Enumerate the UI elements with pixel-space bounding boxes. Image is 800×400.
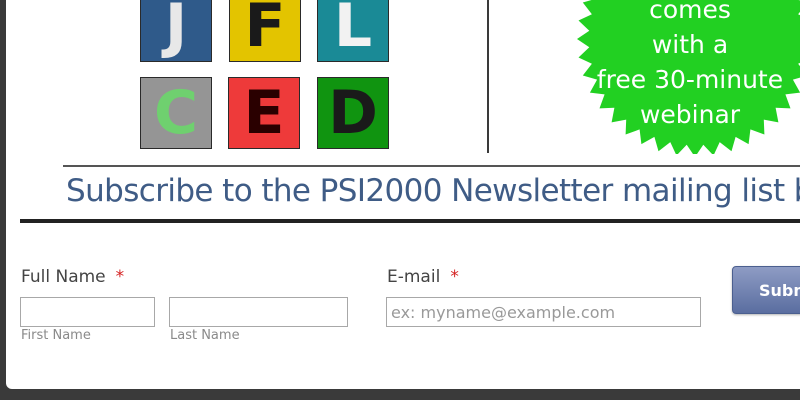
section-divider: [20, 219, 800, 223]
full-name-label-text: Full Name: [21, 267, 106, 287]
logo-tile-f: F: [229, 0, 301, 62]
first-name-input[interactable]: [20, 297, 155, 327]
email-label-text: E-mail: [387, 267, 441, 287]
badge-line-4: webinar: [639, 100, 741, 129]
newsletter-banner-image: J F L C E D comes with a free 30-minute …: [6, 0, 800, 222]
webinar-badge-text: comes with a free 30-minute webinar: [590, 0, 790, 132]
logo-tile-c: C: [140, 77, 212, 149]
banner-divider: [487, 0, 489, 153]
badge-line-2: with a: [651, 30, 729, 59]
badge-line-3: free 30-minute: [596, 65, 784, 94]
required-asterisk: *: [115, 267, 125, 287]
newsletter-subscribe-heading: Subscribe to the PSI2000 Newsletter mail…: [66, 173, 800, 209]
logo-tile-d: D: [317, 77, 389, 149]
logo-tile-e: E: [228, 77, 300, 149]
full-name-label: Full Name *: [21, 267, 124, 287]
required-asterisk: *: [450, 267, 459, 287]
subscribe-modal: J F L C E D comes with a free 30-minute …: [6, 0, 800, 389]
logo-tile-l: L: [317, 0, 389, 62]
banner-rule: [63, 165, 800, 167]
email-input[interactable]: [386, 297, 701, 327]
last-name-input[interactable]: [169, 297, 348, 327]
last-name-sublabel: Last Name: [170, 328, 240, 343]
modal-overlay: J F L C E D comes with a free 30-minute …: [0, 0, 800, 400]
email-label: E-mail *: [387, 267, 459, 287]
first-name-sublabel: First Name: [21, 328, 91, 343]
submit-button[interactable]: Submit: [732, 266, 800, 314]
logo-tile-j: J: [140, 0, 212, 62]
badge-line-1: comes: [649, 0, 731, 24]
